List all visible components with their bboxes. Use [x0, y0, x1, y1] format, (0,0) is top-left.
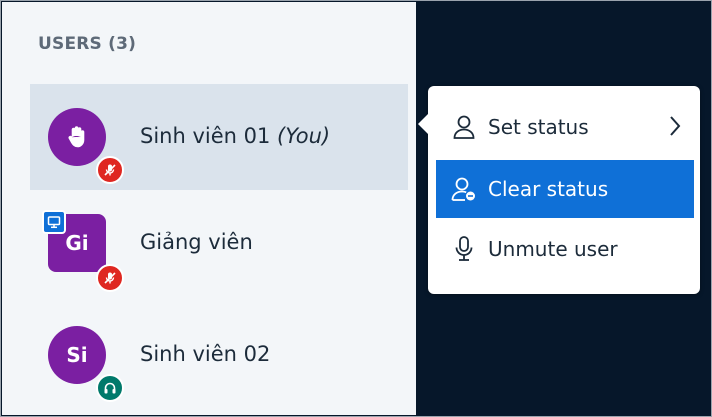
user-name: Sinh viên 01 (You) [140, 124, 330, 148]
user-name: Sinh viên 02 [140, 342, 270, 366]
user-avatar: Si [48, 326, 106, 384]
user-context-menu: Set status Clear status Unmute user [418, 86, 700, 294]
user-list-item[interactable]: Gi Giảng viên [30, 190, 408, 296]
raised-hand-icon [68, 126, 85, 148]
muted-badge [96, 264, 124, 292]
mic-muted-icon [104, 272, 116, 284]
user-name: Giảng viên [140, 230, 253, 254]
user-list-item[interactable]: Si Sinh viên 02 [30, 302, 408, 408]
user-name-text: Sinh viên 01 [140, 124, 271, 148]
users-panel: USERS (3) Sinh viên 01 (You) Gi Giảng vi… [2, 2, 416, 415]
avatar-initials: Si [66, 343, 88, 367]
muted-badge [96, 156, 124, 184]
headphones-icon [104, 382, 116, 394]
user-name-text: Sinh viên 02 [140, 342, 271, 366]
menu-item-label: Clear status [488, 177, 609, 201]
mic-muted-icon [104, 164, 116, 176]
users-panel-title: USERS (3) [38, 34, 137, 54]
user-list-item[interactable]: Sinh viên 01 (You) [30, 84, 408, 190]
microphone-icon [444, 234, 484, 264]
listen-only-badge [96, 374, 124, 402]
menu-item-unmute-user[interactable]: Unmute user [436, 220, 694, 278]
screen-icon [47, 216, 61, 229]
menu-item-set-status[interactable]: Set status [436, 98, 694, 156]
menu-item-label: Set status [488, 115, 589, 139]
user-clear-icon [444, 174, 484, 204]
avatar-initials: Gi [65, 231, 89, 255]
menu-pointer [418, 114, 428, 134]
user-icon [444, 112, 484, 142]
user-avatar [48, 108, 106, 166]
presenter-icon [42, 210, 66, 234]
chevron-right-icon [668, 114, 682, 143]
menu-item-label: Unmute user [488, 237, 618, 261]
user-name-text: Giảng viên [140, 230, 253, 254]
menu-item-clear-status[interactable]: Clear status [436, 160, 694, 218]
you-tag: (You) [277, 124, 331, 148]
